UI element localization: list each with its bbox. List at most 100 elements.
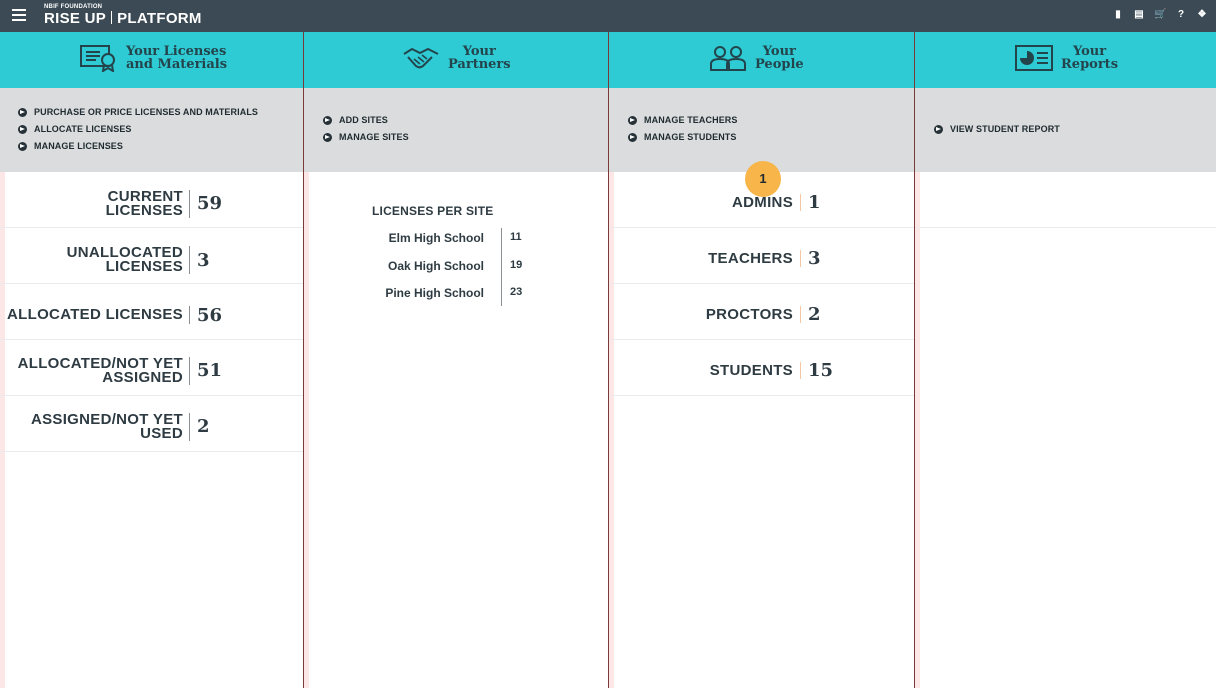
stat-label-line2: LICENSES — [105, 202, 183, 219]
site-row: Pine High School 23 — [304, 286, 608, 306]
add-sites-link[interactable]: ADD SITES — [323, 115, 388, 125]
certificate-icon — [80, 45, 115, 72]
brand-divider — [111, 11, 113, 24]
people-header[interactable]: Your People — [609, 32, 914, 88]
link-label: MANAGE STUDENTS — [644, 132, 737, 142]
reports-column: Your Reports VIEW STUDENT REPORT — [915, 32, 1216, 688]
manage-students-link[interactable]: MANAGE STUDENTS — [628, 132, 737, 142]
stat-divider — [189, 306, 190, 324]
stat-unallocated-licenses: UNALLOCATED LICENSES 3 — [0, 228, 303, 284]
count-divider — [800, 250, 801, 267]
reports-title: Your Reports — [1061, 45, 1118, 71]
stat-value: 2 — [197, 416, 210, 437]
licenses-title: Your Licenses and Materials — [126, 45, 227, 71]
stat-label: UNALLOCATED LICENSES — [67, 245, 183, 275]
report-chart-icon — [1015, 45, 1053, 71]
count-value: 1 — [808, 192, 821, 213]
site-count: 23 — [510, 286, 523, 298]
link-label: PURCHASE OR PRICE LICENSES AND MATERIALS — [34, 107, 259, 117]
arrow-right-icon — [323, 115, 332, 125]
arrow-right-icon — [934, 124, 943, 134]
count-label: PROCTORS — [705, 306, 793, 323]
stat-label-line2: LICENSES — [105, 258, 183, 275]
view-student-report-link[interactable]: VIEW STUDENT REPORT — [934, 124, 1060, 134]
handshake-icon — [403, 47, 439, 69]
reports-links-panel: VIEW STUDENT REPORT — [915, 88, 1216, 172]
site-name: Oak High School — [387, 259, 484, 273]
partners-header[interactable]: Your Partners — [304, 32, 608, 88]
stat-label: ASSIGNED/NOT YET USED — [31, 412, 183, 442]
allocate-licenses-link[interactable]: ALLOCATE LICENSES — [18, 124, 132, 134]
stat-value: 59 — [197, 193, 223, 214]
count-value: 15 — [808, 360, 834, 381]
reports-empty-row — [915, 172, 1216, 228]
site-count: 11 — [510, 231, 522, 243]
stat-value: 3 — [197, 250, 210, 271]
stat-label-line2: USED — [140, 425, 183, 442]
partners-column: Your Partners ADD SITES MANAGE SITES LIC… — [304, 32, 608, 688]
reports-header[interactable]: Your Reports — [915, 32, 1216, 88]
stat-divider — [189, 413, 190, 441]
link-label: MANAGE TEACHERS — [644, 115, 738, 125]
manage-licenses-link[interactable]: MANAGE LICENSES — [18, 141, 123, 151]
list-document-icon[interactable]: ▤ — [1133, 9, 1145, 21]
count-row-teachers: TEACHERS 3 — [609, 228, 914, 284]
site-name: Elm High School — [388, 231, 484, 245]
people-title: Your People — [755, 45, 804, 71]
link-label: MANAGE SITES — [339, 132, 409, 142]
purchase-licenses-link[interactable]: PURCHASE OR PRICE LICENSES AND MATERIALS — [18, 107, 258, 117]
hamburger-menu-icon[interactable] — [12, 9, 26, 21]
site-row: Elm High School 11 — [304, 231, 608, 251]
brand-right: PLATFORM — [117, 10, 202, 27]
top-bar: NBIF FOUNDATION RISE UP PLATFORM ▮ ▤ 🛒 ? … — [0, 0, 1216, 32]
stat-label: CURRENT LICENSES — [105, 189, 183, 219]
cart-icon[interactable]: 🛒 — [1154, 9, 1166, 21]
stat-label-line1: ALLOCATED LICENSES — [7, 306, 183, 323]
help-icon[interactable]: ? — [1175, 9, 1187, 21]
licenses-per-site-title: LICENSES PER SITE — [372, 204, 494, 218]
people-links-panel: MANAGE TEACHERS MANAGE STUDENTS 1 — [609, 88, 914, 197]
stat-divider — [189, 190, 190, 218]
licenses-header[interactable]: Your Licenses and Materials — [0, 32, 303, 88]
arrow-right-icon — [628, 132, 637, 142]
link-label: MANAGE LICENSES — [34, 141, 124, 151]
count-row-students: STUDENTS 15 — [609, 340, 914, 396]
people-column: Your People MANAGE TEACHERS MANAGE STUDE… — [609, 32, 914, 688]
partners-title-line2: Partners — [448, 57, 511, 72]
count-row-admins: ADMINS 1 — [609, 172, 914, 228]
licenses-title-line2: and Materials — [126, 57, 228, 72]
info-icon[interactable]: ❖ — [1196, 9, 1208, 21]
licenses-links-panel: PURCHASE OR PRICE LICENSES AND MATERIALS… — [0, 88, 303, 172]
manage-teachers-link[interactable]: MANAGE TEACHERS — [628, 115, 738, 125]
manage-sites-link[interactable]: MANAGE SITES — [323, 132, 409, 142]
stat-current-licenses: CURRENT LICENSES 59 — [0, 172, 303, 228]
count-divider — [800, 362, 801, 379]
arrow-right-icon — [18, 141, 27, 151]
count-label: TEACHERS — [708, 250, 793, 267]
count-value: 2 — [808, 304, 821, 325]
stat-divider — [189, 246, 190, 274]
brand-left: RISE UP — [44, 10, 107, 27]
top-icons: ▮ ▤ 🛒 ? ❖ — [1112, 9, 1208, 21]
count-label: ADMINS — [732, 194, 793, 211]
link-label: VIEW STUDENT REPORT — [950, 124, 1060, 134]
stat-assigned-not-used: ASSIGNED/NOT YET USED 2 — [0, 396, 303, 452]
site-row: Oak High School 19 — [304, 259, 608, 279]
stat-value: 51 — [197, 360, 223, 381]
arrow-right-icon — [628, 115, 637, 125]
people-title-line2: People — [755, 57, 804, 72]
brand-name: RISE UP PLATFORM — [44, 10, 202, 27]
stat-label: ALLOCATED/NOT YET ASSIGNED — [18, 356, 183, 386]
stat-divider — [189, 357, 190, 385]
arrow-right-icon — [18, 124, 27, 134]
stat-allocated-licenses: ALLOCATED LICENSES 56 — [0, 284, 303, 340]
stat-value: 56 — [197, 305, 223, 326]
site-name: Pine High School — [385, 286, 484, 300]
link-label: ALLOCATE LICENSES — [34, 124, 132, 134]
site-count: 19 — [510, 259, 523, 271]
arrow-right-icon — [323, 132, 332, 142]
count-divider — [800, 194, 801, 211]
stat-label-line2: ASSIGNED — [102, 369, 183, 386]
licenses-column: Your Licenses and Materials PURCHASE OR … — [0, 32, 303, 688]
document-icon[interactable]: ▮ — [1112, 9, 1124, 21]
